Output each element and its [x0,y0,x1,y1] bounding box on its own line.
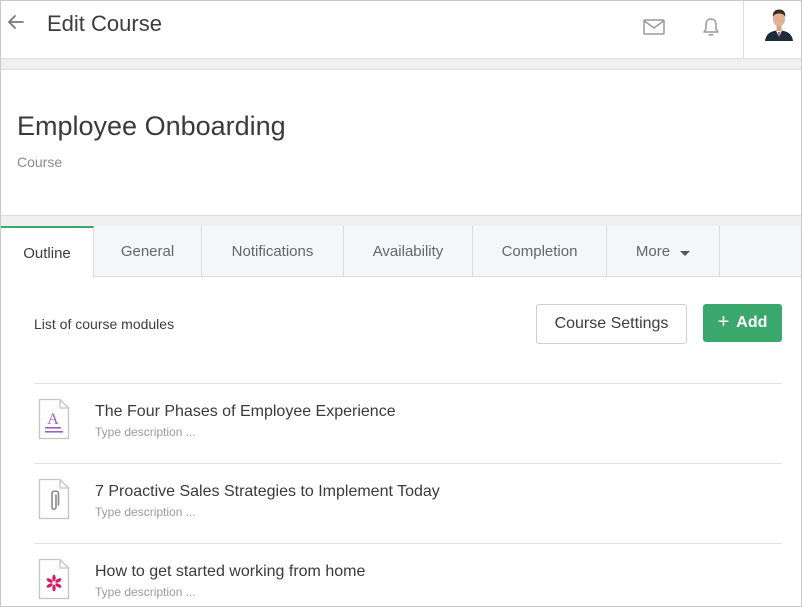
svg-text:A: A [47,411,59,428]
tab-notifications[interactable]: Notifications [202,226,344,277]
tab-label: More [635,243,671,260]
tab-label: Availability [372,243,444,260]
tab-completion[interactable]: Completion [473,226,607,277]
tab-label: Outline [23,244,71,262]
course-settings-button[interactable]: Course Settings [536,304,687,344]
caret-down-icon [680,250,691,256]
module-item[interactable]: 7 Proactive Sales Strategies to Implemen… [34,463,782,543]
module-item[interactable]: A The Four Phases of Employee Experience… [34,383,782,463]
plus-icon: + [717,310,730,333]
integration-icon [38,558,70,600]
tab-more[interactable]: More [607,226,720,277]
course-name: Employee Onboarding [17,111,286,141]
user-avatar[interactable] [764,7,794,41]
course-header: Employee Onboarding Course [1,71,801,215]
bell-icon[interactable] [700,16,722,38]
tab-label: General [120,243,175,260]
header-separator [1,59,801,70]
text-document-icon: A [38,398,70,440]
tab-outline[interactable]: Outline [1,226,94,278]
add-module-button[interactable]: + Add [703,304,782,342]
course-type-label: Course [17,154,63,170]
tab-label: Notifications [231,243,314,260]
module-title: The Four Phases of Employee Experience [95,403,396,420]
module-title: 7 Proactive Sales Strategies to Implemen… [95,483,440,500]
module-description[interactable]: Type description ... [95,425,196,439]
top-bar: Edit Course [1,1,801,59]
module-item[interactable]: How to get started working from home Typ… [34,543,782,606]
module-description[interactable]: Type description ... [95,585,196,599]
modules-list-label: List of course modules [34,316,175,332]
tab-general[interactable]: General [94,226,202,277]
tab-label: Completion [501,243,578,260]
page-title: Edit Course [47,11,162,36]
toolbar-divider [743,1,744,59]
tab-bar: Outline General Notifications Availabili… [1,226,801,278]
module-title: How to get started working from home [95,563,366,580]
mail-icon[interactable] [642,17,666,37]
tabs-separator [1,215,801,226]
tab-availability[interactable]: Availability [344,226,473,277]
app-window: Edit Course Employee Onboarding Course O… [0,0,802,607]
module-description[interactable]: Type description ... [95,505,196,519]
back-arrow-icon[interactable] [5,11,27,33]
attachment-icon [38,478,70,520]
add-button-label: Add [736,314,768,331]
